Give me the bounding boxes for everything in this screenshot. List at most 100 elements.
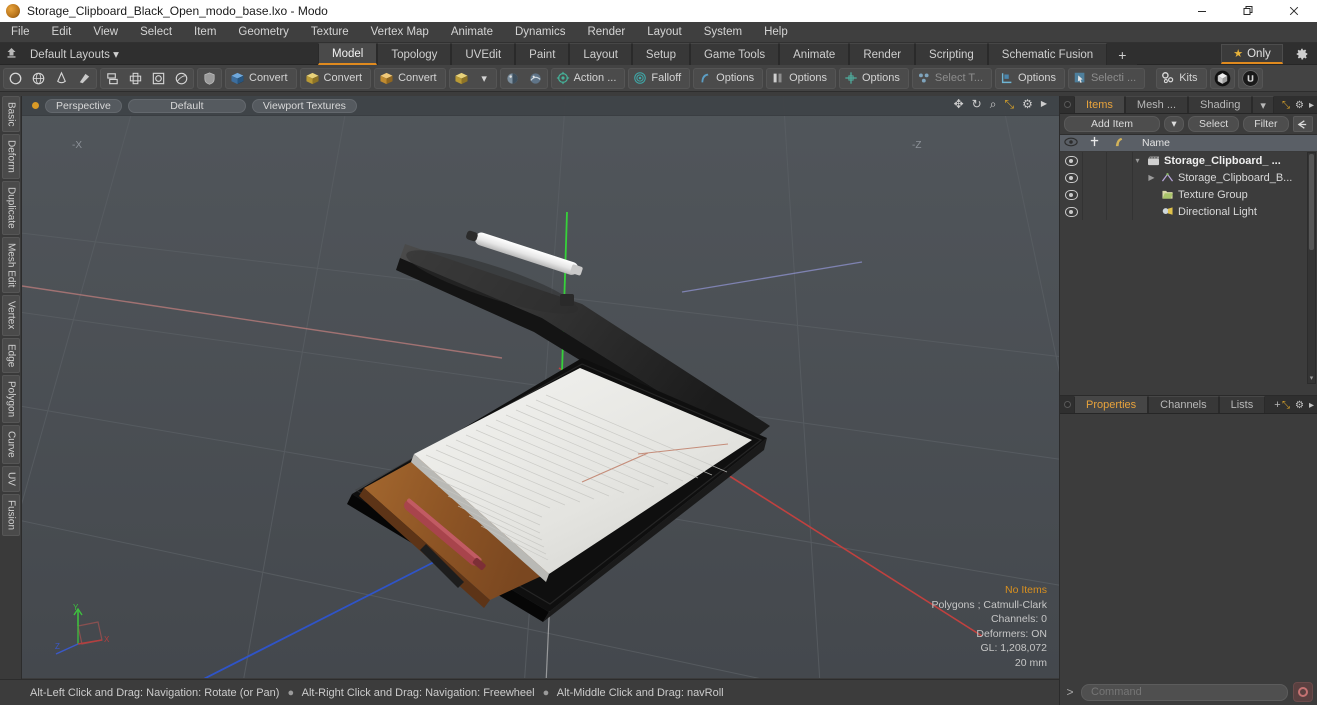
expand-twisty-icon[interactable]: ▶ (1146, 173, 1157, 182)
menu-item-help[interactable]: Help (753, 22, 799, 43)
left-tab-deform[interactable]: Deform (2, 134, 20, 180)
menu-item-vertex-map[interactable]: Vertex Map (360, 22, 440, 43)
cross-polygon-icon[interactable] (124, 69, 147, 88)
panel-tab-items[interactable]: Items (1074, 96, 1125, 113)
symmetry-options-button[interactable]: Options (693, 67, 764, 89)
panel-expand-icon[interactable]: ⤡ (1282, 100, 1290, 111)
circle-icon[interactable] (4, 69, 27, 88)
tab-render[interactable]: Render (849, 43, 916, 65)
3d-viewport[interactable]: -X -Z Perspective Default Viewport Textu… (22, 96, 1059, 678)
menu-item-edit[interactable]: Edit (41, 22, 83, 43)
preview-render-icon[interactable] (1211, 69, 1234, 88)
add-item-caret-button[interactable]: ▾ (1164, 116, 1184, 132)
items-tree[interactable]: ▾ Storage_Clipboard_ ... ▶ Storage_Clipb… (1060, 152, 1317, 220)
dropdown-caret-icon[interactable]: ▾ (473, 69, 496, 88)
stack-icon[interactable] (101, 69, 124, 88)
gear-icon[interactable] (1291, 45, 1313, 63)
panel-tab-more-dropdown[interactable]: ▾ (1252, 96, 1274, 113)
close-button[interactable] (1271, 0, 1317, 22)
viewport-view-mode[interactable]: Perspective (45, 98, 122, 113)
menu-item-select[interactable]: Select (129, 22, 183, 43)
left-tab-fusion[interactable]: Fusion (2, 493, 20, 536)
viewport-shading-mode[interactable]: Viewport Textures (251, 98, 357, 113)
tab-animate[interactable]: Animate (779, 43, 850, 65)
convert-button-2[interactable]: Convert (299, 67, 372, 89)
square-outline-icon[interactable] (147, 69, 170, 88)
convert-button-3[interactable]: Convert (374, 67, 446, 89)
select-through-button[interactable]: Select T... (911, 67, 993, 89)
material-sphere-2-icon[interactable] (524, 69, 547, 88)
row-visibility-toggle[interactable] (1060, 172, 1082, 183)
workplane-options-button[interactable]: Options (839, 67, 909, 89)
add-item-button[interactable]: Add Item (1064, 116, 1160, 132)
panel-tab-lists[interactable]: Lists (1218, 396, 1266, 413)
panel-handle-icon[interactable] (1060, 96, 1074, 113)
cone-icon[interactable] (50, 69, 73, 88)
filter-button[interactable]: Filter (1243, 116, 1289, 132)
items-tree-scrollbar[interactable]: ▾ (1307, 152, 1316, 384)
row-visibility-toggle[interactable] (1060, 189, 1082, 200)
unreal-bridge-icon[interactable] (1239, 69, 1262, 88)
cube-small-icon[interactable] (450, 69, 473, 88)
menu-item-file[interactable]: File (0, 22, 41, 43)
menu-item-texture[interactable]: Texture (300, 22, 360, 43)
menu-item-dynamics[interactable]: Dynamics (504, 22, 576, 43)
scroll-down-arrow-icon[interactable]: ▾ (1308, 374, 1315, 383)
tab-paint[interactable]: Paint (515, 43, 570, 65)
tab-layout[interactable]: Layout (569, 43, 632, 65)
record-macro-button[interactable] (1293, 682, 1313, 702)
left-tab-curve[interactable]: Curve (2, 425, 20, 464)
row-visibility-toggle[interactable] (1060, 155, 1082, 166)
viewport-gear-icon[interactable]: ⚙ (1022, 98, 1033, 110)
shield-icon[interactable] (198, 69, 221, 88)
material-sphere-icon[interactable] (501, 69, 524, 88)
left-tab-basic[interactable]: Basic (2, 96, 20, 133)
left-tab-duplicate[interactable]: Duplicate (2, 181, 20, 235)
viewport-more-icon[interactable]: ▶ (1041, 100, 1047, 108)
home-layout-icon[interactable] (0, 46, 22, 62)
menu-item-layout[interactable]: Layout (636, 22, 693, 43)
panel-more-icon[interactable]: ▸ (1309, 100, 1314, 111)
properties-expand-icon[interactable]: ⤡ (1282, 400, 1290, 411)
restore-button[interactable] (1225, 0, 1271, 22)
menu-item-item[interactable]: Item (183, 22, 227, 43)
sphere-icon[interactable] (27, 69, 50, 88)
snapping-options-button[interactable]: Options (766, 67, 836, 89)
add-tab-button[interactable]: + (1107, 43, 1138, 65)
preview-render-button[interactable] (1209, 67, 1235, 89)
panel-gear-icon[interactable]: ⚙ (1295, 100, 1304, 111)
select-button[interactable]: Select (1188, 116, 1240, 132)
selection-set-options-button[interactable]: Options (995, 67, 1065, 89)
tab-setup[interactable]: Setup (631, 43, 690, 65)
row-visibility-toggle[interactable] (1060, 206, 1082, 217)
minimize-button[interactable] (1179, 0, 1225, 22)
tab-scripting[interactable]: Scripting (915, 43, 988, 65)
left-tab-uv[interactable]: UV (2, 465, 20, 492)
properties-gear-icon[interactable]: ⚙ (1295, 400, 1304, 411)
table-row[interactable]: Texture Group (1060, 186, 1317, 203)
action-center-button[interactable]: Action ... (550, 67, 626, 89)
selection-button[interactable]: Selecti ... (1067, 67, 1146, 89)
panel-tab-mesh[interactable]: Mesh ... (1124, 96, 1189, 113)
tab-uvedit[interactable]: UVEdit (451, 43, 516, 65)
kits-button[interactable]: Kits (1156, 67, 1207, 89)
scrollbar-thumb[interactable] (1309, 154, 1314, 250)
tab-game-tools[interactable]: Game Tools (689, 43, 780, 65)
properties-more-icon[interactable]: ▸ (1309, 400, 1314, 411)
falloff-button[interactable]: Falloff (628, 67, 691, 89)
tab-schematic-fusion[interactable]: Schematic Fusion (987, 43, 1108, 65)
convert-button-1[interactable]: Convert (225, 67, 297, 89)
unreal-bridge-button[interactable] (1237, 67, 1263, 89)
menu-item-render[interactable]: Render (576, 22, 636, 43)
menu-item-geometry[interactable]: Geometry (227, 22, 300, 43)
panel-tab-shading[interactable]: Shading (1188, 96, 1253, 113)
menu-item-animate[interactable]: Animate (440, 22, 504, 43)
pen-tool-icon[interactable] (73, 69, 96, 88)
table-row[interactable]: Directional Light (1060, 203, 1317, 220)
only-toggle-button[interactable]: ★ Only (1221, 44, 1283, 64)
menu-item-system[interactable]: System (693, 22, 753, 43)
pan-icon[interactable]: ✥ (954, 98, 964, 110)
command-input[interactable] (1081, 683, 1288, 701)
left-tab-polygon[interactable]: Polygon (2, 375, 20, 424)
arrow-toggle-icon[interactable] (1292, 116, 1313, 132)
